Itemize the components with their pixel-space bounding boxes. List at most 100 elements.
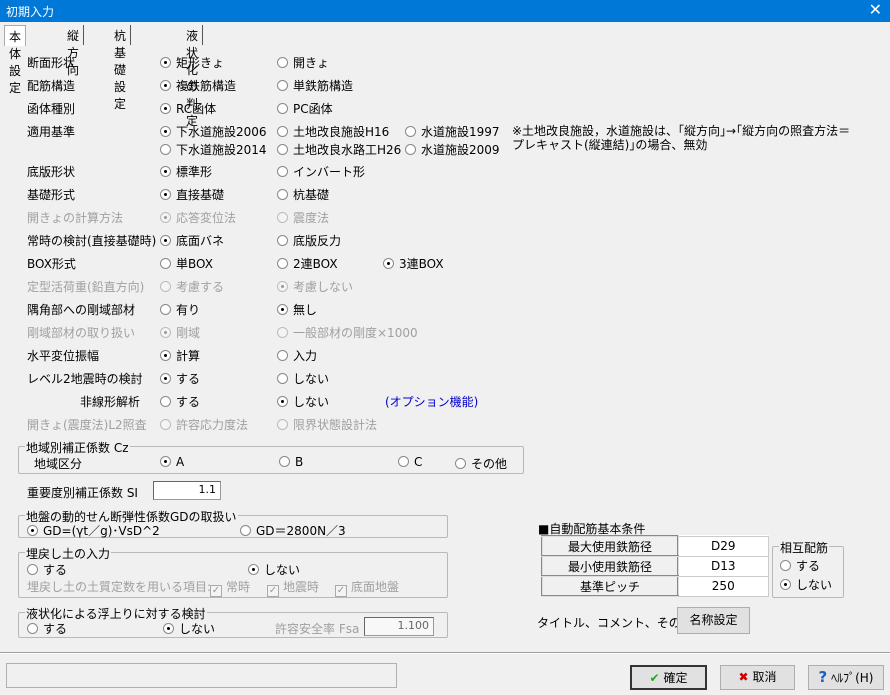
radio-option[interactable]: インバート形 xyxy=(277,163,365,180)
check-icon: ✓ xyxy=(335,585,347,597)
radio-option[interactable]: 限界状態設計法 xyxy=(277,416,377,433)
radio-option[interactable]: 考慮しない xyxy=(277,278,353,295)
backfill-item-checkbox[interactable]: ✓ 地震時 xyxy=(267,578,319,597)
radio-icon xyxy=(160,80,171,91)
backfill-items-label: 埋戻し土の土質定数を用いる項目: xyxy=(27,580,212,594)
radio-option[interactable]: 水道施設1997 xyxy=(405,123,500,140)
row-label: 適用基準 xyxy=(27,125,76,139)
cz-option[interactable]: A xyxy=(160,455,184,469)
radio-icon xyxy=(277,373,288,384)
backfill-option[interactable]: しない xyxy=(248,561,300,578)
cz-option[interactable]: その他 xyxy=(455,455,507,472)
option-label: 剛域 xyxy=(176,326,201,340)
help-button[interactable]: ? ﾍﾙﾌﾟ(H) xyxy=(808,665,884,690)
option-label: しない xyxy=(293,395,330,409)
radio-option[interactable]: 直接基礎 xyxy=(160,186,224,203)
radio-option[interactable]: 無し xyxy=(277,301,317,318)
radio-option[interactable]: PC函体 xyxy=(277,100,333,117)
radio-icon xyxy=(405,126,416,137)
radio-icon xyxy=(277,419,288,430)
fsa-input[interactable]: 1.100 xyxy=(364,617,434,636)
naming-label: タイトル、コメント、その他: xyxy=(537,616,697,630)
close-icon[interactable]: ✕ xyxy=(869,0,882,19)
radio-option[interactable]: 入力 xyxy=(277,347,317,364)
radio-option[interactable]: 矩形きょ xyxy=(160,54,224,71)
radio-option[interactable]: 杭基礎 xyxy=(277,186,329,203)
naming-button[interactable]: 名称設定 xyxy=(677,607,750,634)
gd-option[interactable]: GD＝2800N／3 xyxy=(240,522,346,539)
radio-option[interactable]: 考慮する xyxy=(160,278,224,295)
radio-option[interactable]: 下水道施設2014 xyxy=(160,141,267,158)
option-label: 2連BOX xyxy=(293,257,338,271)
liq-option[interactable]: しない xyxy=(163,620,215,637)
radio-icon xyxy=(277,57,288,68)
radio-icon xyxy=(277,212,288,223)
radio-option[interactable]: 単BOX xyxy=(160,255,213,272)
radio-option[interactable]: 土地改良水路工H26 xyxy=(277,141,401,158)
radio-icon xyxy=(780,560,791,571)
radio-icon xyxy=(160,57,171,68)
table-row: 最小使用鉄筋径 D13 xyxy=(541,555,769,577)
option-label: 震度法 xyxy=(293,211,330,225)
radio-icon xyxy=(279,456,290,467)
radio-option[interactable]: 水道施設2009 xyxy=(405,141,500,158)
row-value[interactable]: 250 xyxy=(677,575,769,597)
radio-option[interactable]: しない xyxy=(277,393,329,410)
backfill-option[interactable]: する xyxy=(27,561,67,578)
radio-icon xyxy=(277,235,288,246)
liq-option[interactable]: する xyxy=(27,620,67,637)
radio-option[interactable]: しない xyxy=(277,370,329,387)
ok-button[interactable]: ✔ 確定 xyxy=(630,665,707,690)
radio-option[interactable]: 下水道施設2006 xyxy=(160,123,267,140)
cancel-button[interactable]: ✖ 取消 xyxy=(720,665,795,690)
radio-icon xyxy=(160,144,171,155)
cz-option[interactable]: C xyxy=(398,455,422,469)
cz-option[interactable]: B xyxy=(279,455,303,469)
row-label: 開きょの計算方法 xyxy=(27,211,124,225)
gd-option[interactable]: GD=(γt／g)･VsD^2 xyxy=(27,522,160,539)
radio-icon xyxy=(160,419,171,430)
row-label: BOX形式 xyxy=(27,257,76,271)
radio-option[interactable]: 単鉄筋構造 xyxy=(277,77,353,94)
tab-main-settings[interactable]: 本体設定 xyxy=(4,25,27,95)
radio-option[interactable]: RC函体 xyxy=(160,100,216,117)
radio-option[interactable]: 有り xyxy=(160,301,200,318)
row-value[interactable]: D29 xyxy=(677,535,769,557)
mutual-option[interactable]: しない xyxy=(780,576,832,593)
radio-option[interactable]: 一般部材の剛度×1000 xyxy=(277,324,418,341)
radio-option[interactable]: 剛域 xyxy=(160,324,200,341)
option-label: 無し xyxy=(293,303,318,317)
si-input[interactable]: 1.1 xyxy=(153,481,221,500)
row-label: 常時の検討(直接基礎時) xyxy=(27,234,157,248)
check-icon: ✔ xyxy=(649,671,660,685)
tab-pile-foundation[interactable]: 杭基礎設定 xyxy=(110,25,132,111)
radio-icon xyxy=(277,304,288,315)
radio-option[interactable]: する xyxy=(160,393,200,410)
tab-liquefaction[interactable]: 液状化の判定 xyxy=(182,25,204,128)
option-label: 有り xyxy=(176,303,201,317)
radio-icon xyxy=(27,525,38,536)
radio-option[interactable]: 標準形 xyxy=(160,163,212,180)
radio-option[interactable]: 底版反力 xyxy=(277,232,341,249)
row-value[interactable]: D13 xyxy=(677,555,769,577)
radio-option[interactable]: する xyxy=(160,370,200,387)
option-label: 考慮しない xyxy=(293,280,354,294)
backfill-item-checkbox[interactable]: ✓ 常時 xyxy=(210,578,250,597)
radio-option[interactable]: 震度法 xyxy=(277,209,329,226)
radio-option[interactable]: 3連BOX xyxy=(383,255,444,272)
option-label: 底面バネ xyxy=(176,234,225,248)
radio-option[interactable]: 計算 xyxy=(160,347,200,364)
radio-option[interactable]: 開きょ xyxy=(277,54,329,71)
radio-option[interactable]: 底面バネ xyxy=(160,232,224,249)
backfill-item-checkbox[interactable]: ✓ 底面地盤 xyxy=(335,578,399,597)
row-header: 最大使用鉄筋径 xyxy=(541,535,679,557)
radio-option[interactable]: 土地改良施設H16 xyxy=(277,123,389,140)
tab-longitudinal[interactable]: 縦方向 xyxy=(63,25,85,77)
radio-option[interactable]: 許容応力度法 xyxy=(160,416,248,433)
mutual-option[interactable]: する xyxy=(780,557,820,574)
radio-option[interactable]: 複鉄筋構造 xyxy=(160,77,236,94)
radio-icon xyxy=(163,623,174,634)
radio-option[interactable]: 2連BOX xyxy=(277,255,338,272)
radio-option[interactable]: 応答変位法 xyxy=(160,209,236,226)
option-label: 底版反力 xyxy=(293,234,342,248)
